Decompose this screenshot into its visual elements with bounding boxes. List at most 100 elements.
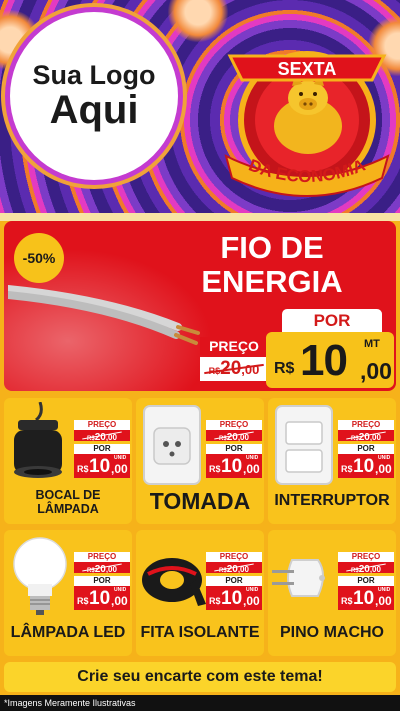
old-price: R$20,00 [74, 430, 130, 443]
new-price: R$ 10 UNID ,00 [74, 586, 130, 610]
currency: R$ [77, 464, 89, 474]
old-cents: ,00 [105, 433, 117, 442]
price-cents: ,00 [111, 462, 128, 476]
product-card[interactable]: PREÇO R$20,00 POR R$ 10 UNID ,00 LÂMPADA LE… [4, 530, 132, 656]
hero-price-int: 10 [300, 336, 348, 385]
por-label: POR [206, 576, 262, 586]
product-card[interactable]: PREÇO R$20,00 POR R$ 10 UNID ,00 INTERRUPTO… [268, 398, 396, 524]
hero-old-currency: R$ [208, 366, 221, 376]
new-price: R$ 10 UNID ,00 [206, 454, 262, 478]
price-tag: PREÇO R$20,00 POR R$ 10 UNID ,00 [206, 420, 262, 478]
unit: UNID [378, 455, 391, 461]
product-name: BOCAL DE LÂMPADA [35, 488, 101, 516]
unit: UNID [378, 587, 391, 593]
header-banner: Sua Logo Aqui SEXTA DA ECONOMIA [0, 0, 400, 213]
logo-text-line2: Aqui [49, 88, 139, 133]
por-label: POR [206, 444, 262, 454]
hero-por-label: POR [282, 309, 382, 333]
new-price: R$ 10 UNID ,00 [74, 454, 130, 478]
logo-text-line1: Sua Logo [32, 59, 156, 90]
price-cents: ,00 [111, 594, 128, 608]
price-cents: ,00 [243, 462, 260, 476]
product-name: TOMADA [149, 488, 251, 514]
led-bulb-icon [13, 537, 67, 615]
currency: R$ [209, 464, 221, 474]
new-price: R$ 10 UNID ,00 [338, 454, 394, 478]
price-tag: PREÇO R$20,00 POR R$ 10 UNID ,00 [206, 552, 262, 610]
preco-label: PREÇO [338, 420, 394, 430]
logo-placeholder[interactable]: Sua Logo Aqui [10, 12, 178, 180]
old-int: 20 [358, 564, 370, 575]
old-currency: R$ [87, 436, 95, 442]
price-tag: PREÇO R$20,00 POR R$ 10 UNID ,00 [74, 552, 130, 610]
tape-icon [142, 558, 206, 606]
new-price: R$ 10 UNID ,00 [206, 586, 262, 610]
old-cents: ,00 [369, 565, 381, 574]
divider-stripe [0, 213, 400, 221]
price-tag: PREÇO R$20,00 POR R$ 10 UNID ,00 [338, 420, 394, 478]
hero-price: R$ 10 MT ,00 [266, 332, 394, 388]
plug-icon [272, 559, 325, 597]
price-int: 10 [89, 456, 111, 477]
product-card[interactable]: PREÇO R$20,00 POR R$ 10 UNID ,00 BOCAL DE L… [4, 398, 132, 524]
por-label: POR [338, 444, 394, 454]
bulb-socket-icon [14, 402, 62, 478]
old-price: R$20,00 [338, 430, 394, 443]
old-currency: R$ [87, 568, 95, 574]
old-currency: R$ [351, 436, 359, 442]
old-price: R$20,00 [338, 562, 394, 575]
old-price: R$20,00 [206, 430, 262, 443]
hero-title-line1: FIO DE [220, 230, 324, 265]
product-name: LÂMPADA LED [10, 624, 126, 641]
price-cents: ,00 [243, 594, 260, 608]
price-int: 10 [353, 588, 375, 609]
price-int: 10 [353, 456, 375, 477]
hero-unit: MT [364, 338, 380, 350]
hero-price-cents: ,00 [360, 358, 392, 384]
price-tag: PREÇO R$20,00 POR R$ 10 UNID ,00 [74, 420, 130, 478]
hero-old-int: 20 [220, 358, 242, 379]
hero-currency: R$ [274, 360, 295, 377]
product-card[interactable]: PREÇO R$20,00 POR R$ 10 UNID ,00 TOMADA [136, 398, 264, 524]
disclaimer-footer: *Imagens Meramente Ilustrativas [0, 695, 400, 711]
badge-top-text: SEXTA [278, 59, 337, 79]
old-price: R$20,00 [206, 562, 262, 575]
unit: UNID [246, 587, 259, 593]
preco-label: PREÇO [338, 552, 394, 562]
currency: R$ [209, 596, 221, 606]
hero-preco-label: PREÇO [200, 337, 268, 355]
product-name: PINO MACHO [280, 624, 384, 641]
currency: R$ [77, 596, 89, 606]
outlet-icon [143, 405, 201, 485]
product-card[interactable]: PREÇO R$20,00 POR R$ 10 UNID ,00 PINO MACHO [268, 530, 396, 656]
currency: R$ [341, 596, 353, 606]
old-int: 20 [94, 564, 106, 575]
price-cents: ,00 [375, 462, 392, 476]
old-cents: ,00 [105, 565, 117, 574]
price-int: 10 [221, 588, 243, 609]
new-price: R$ 10 UNID ,00 [338, 586, 394, 610]
bokeh-light-decoration [168, 0, 228, 42]
price-int: 10 [89, 588, 111, 609]
old-currency: R$ [219, 436, 227, 442]
por-label: POR [338, 576, 394, 586]
hero-offer[interactable]: -50% FIO DE ENERGIA PREÇO R$20,00 POR R$… [4, 221, 396, 391]
preco-label: PREÇO [206, 420, 262, 430]
switch-icon [275, 405, 333, 485]
product-name: INTERRUPTOR [274, 492, 390, 509]
cta-button[interactable]: Crie seu encarte com este tema! [4, 662, 396, 692]
unit: UNID [246, 455, 259, 461]
preco-label: PREÇO [74, 552, 130, 562]
hero-old-price: R$20,00 [200, 357, 268, 381]
old-int: 20 [94, 432, 106, 443]
power-cable-icon [8, 285, 200, 345]
por-label: POR [74, 444, 130, 454]
hero-old-cents: ,00 [241, 362, 260, 377]
por-label: POR [74, 576, 130, 586]
product-name: FITA ISOLANTE [140, 624, 260, 641]
price-tag: PREÇO R$20,00 POR R$ 10 UNID ,00 [338, 552, 394, 610]
old-int: 20 [226, 564, 238, 575]
currency: R$ [341, 464, 353, 474]
price-cents: ,00 [375, 594, 392, 608]
product-card[interactable]: PREÇO R$20,00 POR R$ 10 UNID ,00 FITA ISOLA… [136, 530, 264, 656]
